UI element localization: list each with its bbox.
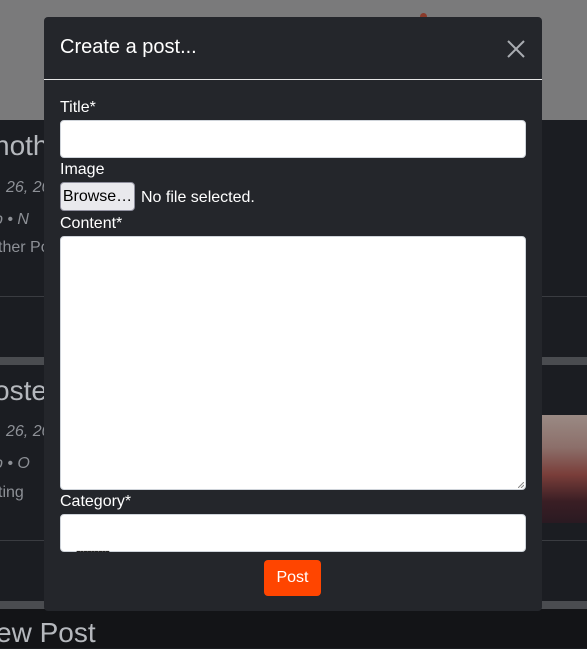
modal-title: Create a post... [60,36,197,58]
file-status: No file selected. [141,189,255,206]
resize-handle-icon[interactable] [518,482,524,488]
browse-button[interactable]: Browse… [60,182,135,211]
content-label: Content* [60,215,123,232]
content-textarea[interactable] [60,236,526,490]
post-title: noth [0,130,49,161]
category-label: Category* [60,493,132,510]
post-author: b • O [0,455,30,472]
post-thumbnail [542,415,587,523]
title-input[interactable] [60,120,526,158]
post-card: ew Post [0,609,587,648]
close-icon [507,40,525,58]
post-title: oste [0,375,47,406]
modal-header: Create a post... [44,17,542,80]
category-select[interactable] [60,514,526,552]
title-label: Title* [60,99,96,116]
post-snippet: ther Po [0,239,50,256]
post-button[interactable]: Post [264,560,321,596]
post-snippet: ting [0,484,24,501]
create-post-modal: Create a post... Title* Image Browse… No… [44,17,542,611]
category-select-value: --------- [76,542,110,558]
close-button[interactable] [502,35,530,63]
post-title: ew Post [0,617,96,648]
post-author: b • N [0,211,29,228]
image-label: Image [60,161,105,178]
